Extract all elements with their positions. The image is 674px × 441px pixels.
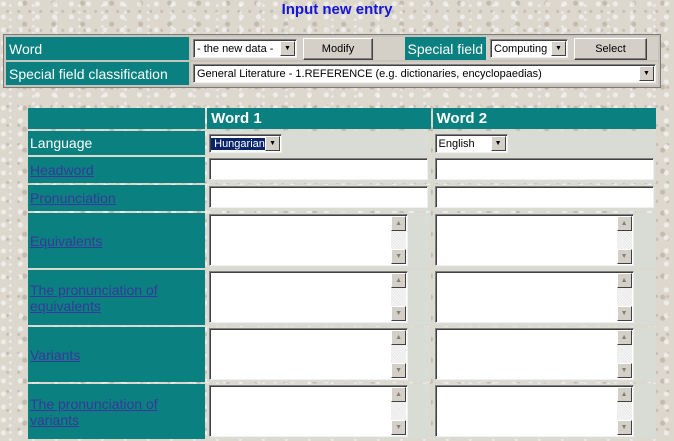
page-title: Input new entry [281,1,393,18]
select-button[interactable]: Select [574,37,647,60]
scroll-down-icon[interactable]: ▼ [391,363,407,378]
variant-pronunciation2-textarea[interactable]: ▲ ▼ [434,385,634,437]
scrollbar[interactable]: ▲ ▼ [391,273,407,321]
language2-select[interactable]: English ▼ [434,134,508,153]
variant-pronunciation1-textarea[interactable]: ▲ ▼ [209,385,409,437]
special-field-select[interactable]: Computing ▼ [490,39,568,58]
scroll-down-icon[interactable]: ▼ [616,363,632,378]
headword-link[interactable]: Headword [30,162,94,178]
equiv-pronunciation1-textarea[interactable]: ▲ ▼ [209,271,409,323]
language2-value: English [438,137,475,150]
scroll-up-icon[interactable]: ▲ [616,387,632,402]
headword1-input[interactable] [209,158,429,180]
scroll-down-icon[interactable]: ▼ [391,306,407,321]
scrollbar[interactable]: ▲ ▼ [616,216,632,264]
scroll-up-icon[interactable]: ▲ [616,273,632,288]
header-corner [28,108,206,129]
special-field-value: Computing [494,42,548,55]
word-label: Word [6,37,189,60]
chevron-down-icon: ▼ [639,66,654,81]
pronunciation1-input[interactable] [209,186,429,208]
language-label: Language [28,131,206,155]
scroll-down-icon[interactable]: ▼ [391,420,407,435]
scroll-up-icon[interactable]: ▲ [391,330,407,345]
variant-pronunciation-label: The pronunciation of variants [28,384,206,439]
scrollbar[interactable]: ▲ ▼ [616,273,632,321]
scroll-up-icon[interactable]: ▲ [616,216,632,231]
scrollbar[interactable]: ▲ ▼ [616,387,632,435]
scroll-up-icon[interactable]: ▲ [391,273,407,288]
special-field-label: Special field [404,37,486,60]
equivalents-link[interactable]: Equivalents [30,233,102,249]
headword-label: Headword [28,157,206,183]
chevron-down-icon: ▼ [490,136,506,151]
equiv-pronunciation-label: The pronunciation of equivalents [28,270,206,325]
classification-select[interactable]: General Literature - 1.REFERENCE (e.g. d… [193,64,656,83]
top-form: Word - the new data - ▼ Modify Special f… [3,34,661,88]
variants2-textarea[interactable]: ▲ ▼ [434,328,634,380]
col-header-word1: Word 1 [207,108,431,129]
pronunciation-link[interactable]: Pronunciation [30,190,116,206]
word-select-value: - the new data - [197,42,274,55]
scroll-down-icon[interactable]: ▼ [616,306,632,321]
scrollbar[interactable]: ▲ ▼ [391,387,407,435]
scroll-up-icon[interactable]: ▲ [391,216,407,231]
classification-value: General Literature - 1.REFERENCE (e.g. d… [197,67,542,80]
pronunciation2-input[interactable] [434,186,654,208]
equivalents1-textarea[interactable]: ▲ ▼ [209,214,409,266]
chevron-down-icon: ▼ [265,136,281,151]
equiv-pronunciation-link[interactable]: The pronunciation of equivalents [30,282,158,314]
pronunciation-label: Pronunciation [28,185,206,211]
language1-value: Hungarian [211,137,266,150]
variant-pronunciation-link[interactable]: The pronunciation of variants [30,396,158,428]
equivalents2-textarea[interactable]: ▲ ▼ [434,214,634,266]
chevron-down-icon: ▼ [551,41,566,56]
col-header-word2: Word 2 [432,108,656,129]
variants-label: Variants [28,327,206,382]
word-select[interactable]: - the new data - ▼ [193,39,297,58]
equivalents-label: Equivalents [28,213,206,268]
modify-button[interactable]: Modify [303,37,373,60]
scroll-down-icon[interactable]: ▼ [391,249,407,264]
scroll-up-icon[interactable]: ▲ [391,387,407,402]
scrollbar[interactable]: ▲ ▼ [391,330,407,378]
language1-select[interactable]: Hungarian ▼ [209,134,283,153]
scrollbar[interactable]: ▲ ▼ [391,216,407,264]
variants1-textarea[interactable]: ▲ ▼ [209,328,409,380]
equiv-pronunciation2-textarea[interactable]: ▲ ▼ [434,271,634,323]
scroll-down-icon[interactable]: ▼ [616,420,632,435]
scroll-up-icon[interactable]: ▲ [616,330,632,345]
entry-table: Word 1 Word 2 Language Hungarian ▼ Engli… [26,106,658,441]
scrollbar[interactable]: ▲ ▼ [616,330,632,378]
scroll-down-icon[interactable]: ▼ [616,249,632,264]
chevron-down-icon: ▼ [280,41,295,56]
headword2-input[interactable] [434,158,654,180]
variants-link[interactable]: Variants [30,347,80,363]
classification-label: Special field classification [6,62,189,85]
